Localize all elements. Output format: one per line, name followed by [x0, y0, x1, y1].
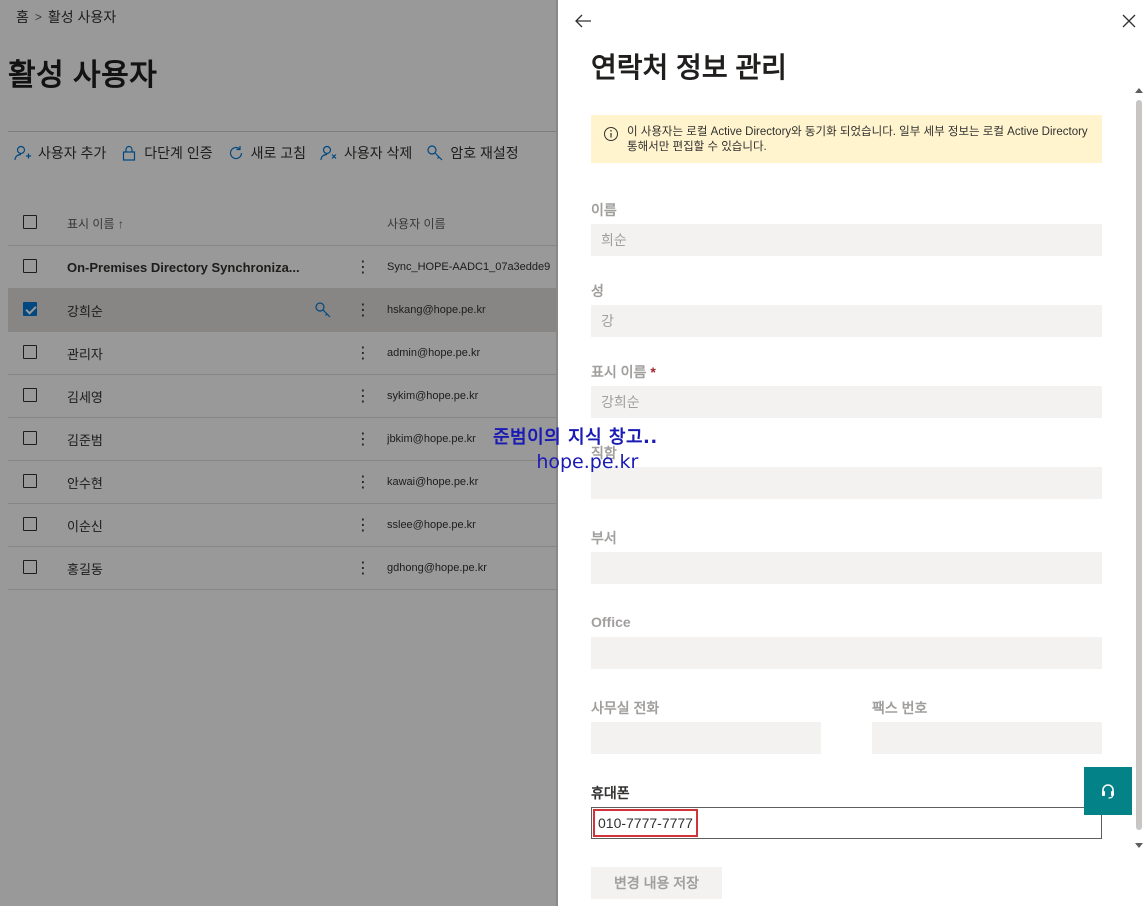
display-name-input: 강희순 — [591, 386, 1102, 418]
info-text: 이 사용자는 로컬 Active Directory와 동기화 되었습니다. 일… — [627, 126, 1088, 153]
close-icon[interactable] — [1119, 11, 1139, 31]
fax-label: 팩스 번호 — [872, 700, 928, 716]
required-marker: * — [650, 364, 656, 380]
panel-title: 연락처 정보 관리 — [591, 52, 787, 83]
first-name-label: 이름 — [591, 202, 617, 218]
headset-icon — [1102, 784, 1114, 799]
office-input — [591, 637, 1102, 669]
display-name-label-text: 표시 이름 — [591, 364, 647, 380]
scroll-thumb[interactable] — [1136, 100, 1142, 830]
display-name-value: 강희순 — [601, 394, 640, 410]
back-arrow-icon[interactable] — [572, 10, 594, 32]
mobile-value: 010-7777-7777 — [593, 809, 698, 837]
modal-overlay[interactable] — [0, 0, 556, 906]
scroll-up-icon[interactable] — [1135, 88, 1143, 93]
department-input — [591, 552, 1102, 584]
save-changes-button[interactable]: 변경 내용 저장 — [591, 867, 722, 899]
department-label: 부서 — [591, 530, 617, 546]
watermark: 준범이의 지식 창고.. hope.pe.kr — [493, 426, 658, 474]
last-name-input: 강 — [591, 305, 1102, 337]
info-icon — [604, 127, 618, 141]
watermark-line2: hope.pe.kr — [536, 451, 639, 473]
scroll-down-icon[interactable] — [1135, 843, 1143, 848]
watermark-line1: 준범이의 지식 창고.. — [493, 427, 658, 448]
help-button[interactable] — [1084, 767, 1132, 815]
last-name-label: 성 — [591, 283, 604, 299]
sync-info-bar: 이 사용자는 로컬 Active Directory와 동기화 되었습니다. 일… — [591, 115, 1102, 163]
office-phone-label: 사무실 전화 — [591, 700, 660, 716]
first-name-input: 희순 — [591, 224, 1102, 256]
panel-scrollbar[interactable] — [1132, 84, 1146, 850]
mobile-input[interactable]: 010-7777-7777 — [591, 807, 1102, 839]
office-phone-input — [591, 722, 821, 754]
first-name-value: 희순 — [601, 232, 627, 248]
office-label: Office — [591, 614, 631, 630]
last-name-value: 강 — [601, 313, 614, 329]
display-name-label: 표시 이름 * — [591, 362, 656, 382]
mobile-label: 휴대폰 — [591, 785, 630, 801]
fax-input — [872, 722, 1102, 754]
job-title-input — [591, 467, 1102, 499]
